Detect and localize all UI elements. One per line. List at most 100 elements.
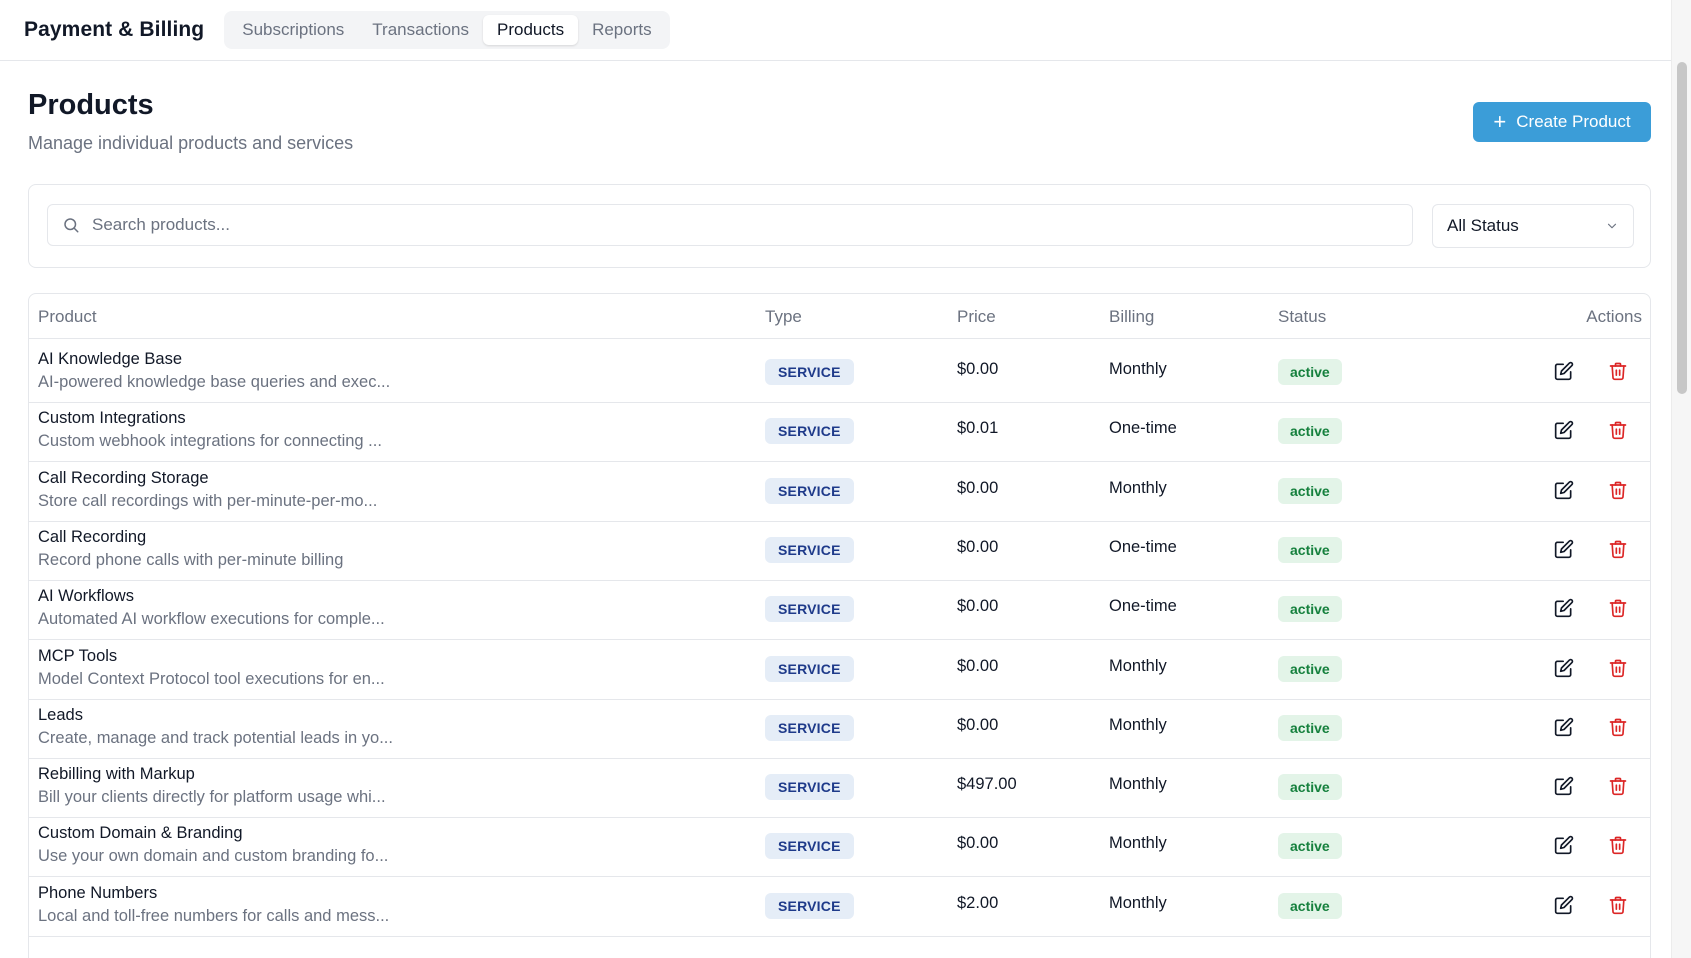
edit-button[interactable] [1554,480,1576,502]
edit-button[interactable] [1554,539,1576,561]
scrollbar-thumb[interactable] [1677,62,1687,394]
product-name: Custom Integrations [38,409,186,428]
products-table: Product Type Price Billing Status Action… [28,293,1651,958]
top-bar: Payment & Billing Subscriptions Transact… [0,0,1691,61]
status-badge: active [1278,833,1342,860]
table-row: AI Workflows Automated AI workflow execu… [29,576,1650,641]
delete-button[interactable] [1608,835,1630,857]
trash-icon [1609,421,1627,440]
type-badge: SERVICE [765,714,854,741]
status-badge: active [1278,714,1342,741]
status-badge: active [1278,655,1342,682]
plus-icon: + [1493,109,1507,134]
product-name: AI Knowledge Base [38,350,183,368]
product-price: $0.00 [957,360,999,378]
product-price: $0.00 [957,597,999,616]
product-price: $0.01 [957,419,999,438]
status-badge: active [1278,359,1342,385]
type-badge: SERVICE [765,774,854,801]
product-name: AI Workflows [38,587,134,606]
trash-icon [1609,896,1627,914]
page-scrollbar[interactable] [1671,0,1691,958]
chevron-down-icon [1607,223,1617,229]
tab-reports[interactable]: Reports [578,15,666,45]
table-row: Phone Numbers Local and toll-free number… [29,873,1650,937]
product-description: Record phone calls with per-minute billi… [38,550,344,569]
status-badge: active [1278,774,1342,801]
type-badge: SERVICE [765,359,854,385]
edit-icon [1554,421,1574,440]
product-description: Use your own domain and custom branding … [38,847,389,866]
tab-transactions[interactable]: Transactions [358,15,483,45]
product-price: $2.00 [957,893,999,912]
edit-button[interactable] [1554,598,1576,620]
type-badge: SERVICE [765,477,854,504]
table-header: Product Type Price Billing Status Action… [29,294,1650,339]
type-badge: SERVICE [765,655,854,682]
trash-icon [1609,481,1627,499]
status-badge: active [1278,418,1342,445]
search-icon [64,218,79,233]
tab-subscriptions[interactable]: Subscriptions [228,15,358,45]
product-description: Store call recordings with per-minute-pe… [38,491,378,510]
type-badge: SERVICE [765,418,854,445]
edit-button[interactable] [1554,658,1576,680]
edit-button[interactable] [1554,895,1576,917]
delete-button[interactable] [1608,658,1630,680]
table-row: AI Knowledge Base AI-powered knowledge b… [29,339,1650,403]
type-badge: SERVICE [765,536,854,563]
product-billing: One-time [1109,419,1177,438]
table-row: Rebilling with Markup Bill your clients … [29,754,1650,819]
edit-icon [1554,480,1574,499]
edit-icon [1554,895,1574,914]
tab-bar: Subscriptions Transactions Products Repo… [224,11,670,49]
table-row: Custom Integrations Custom webhook integ… [29,398,1650,463]
product-price: $0.00 [957,834,999,853]
edit-button[interactable] [1554,835,1576,857]
edit-button[interactable] [1554,776,1576,798]
product-price: $0.00 [957,537,999,556]
delete-button[interactable] [1608,539,1630,561]
status-filter-select[interactable]: All Status [1432,204,1634,248]
product-billing: Monthly [1109,893,1167,912]
delete-button[interactable] [1608,420,1630,442]
column-header-price: Price [957,307,996,326]
trash-icon [1609,540,1627,559]
delete-button[interactable] [1608,776,1630,798]
status-badge: active [1278,892,1342,919]
table-row: Leads Create, manage and track potential… [29,695,1650,759]
delete-button[interactable] [1608,598,1630,620]
table-row: MCP Tools Model Context Protocol tool ex… [29,636,1650,700]
edit-button[interactable] [1554,420,1576,442]
product-billing: One-time [1109,537,1177,556]
delete-button[interactable] [1608,717,1630,739]
edit-icon [1554,776,1574,796]
table-row: Custom Domain & Branding Use your own do… [29,813,1650,878]
product-billing: Monthly [1109,656,1167,675]
product-description: Automated AI workflow executions for com… [38,610,385,629]
status-badge: active [1278,477,1342,504]
delete-button[interactable] [1608,361,1630,383]
product-name: Call Recording Storage [38,468,209,487]
column-header-product: Product [38,307,97,326]
table-row: Call Recording Storage Store call record… [29,458,1650,522]
product-name: Phone Numbers [38,883,158,902]
edit-button[interactable] [1554,361,1576,383]
create-product-button[interactable]: + Create Product [1473,102,1651,142]
tab-products[interactable]: Products [482,15,579,45]
edit-icon [1554,361,1574,381]
edit-icon [1554,539,1574,559]
delete-button[interactable] [1608,480,1630,502]
edit-button[interactable] [1554,717,1576,739]
search-box[interactable] [47,204,1413,246]
product-name: MCP Tools [38,646,118,665]
product-name: Rebilling with Markup [38,765,195,784]
product-price: $0.00 [957,715,999,734]
search-input[interactable] [92,215,1392,235]
edit-icon [1554,658,1574,677]
product-price: $497.00 [957,775,1017,794]
product-billing: One-time [1109,597,1177,616]
column-header-type: Type [765,307,802,326]
column-header-billing: Billing [1109,307,1155,326]
delete-button[interactable] [1608,895,1630,917]
